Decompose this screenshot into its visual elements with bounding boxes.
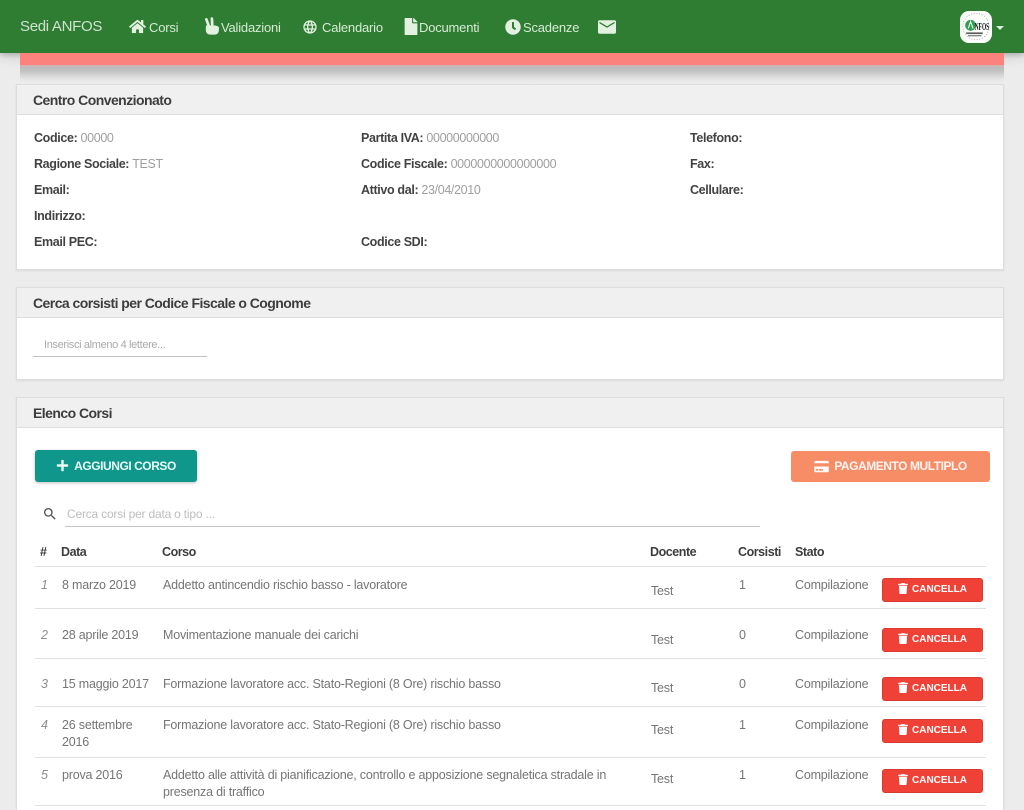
svg-text:NFOS: NFOS xyxy=(975,22,990,33)
